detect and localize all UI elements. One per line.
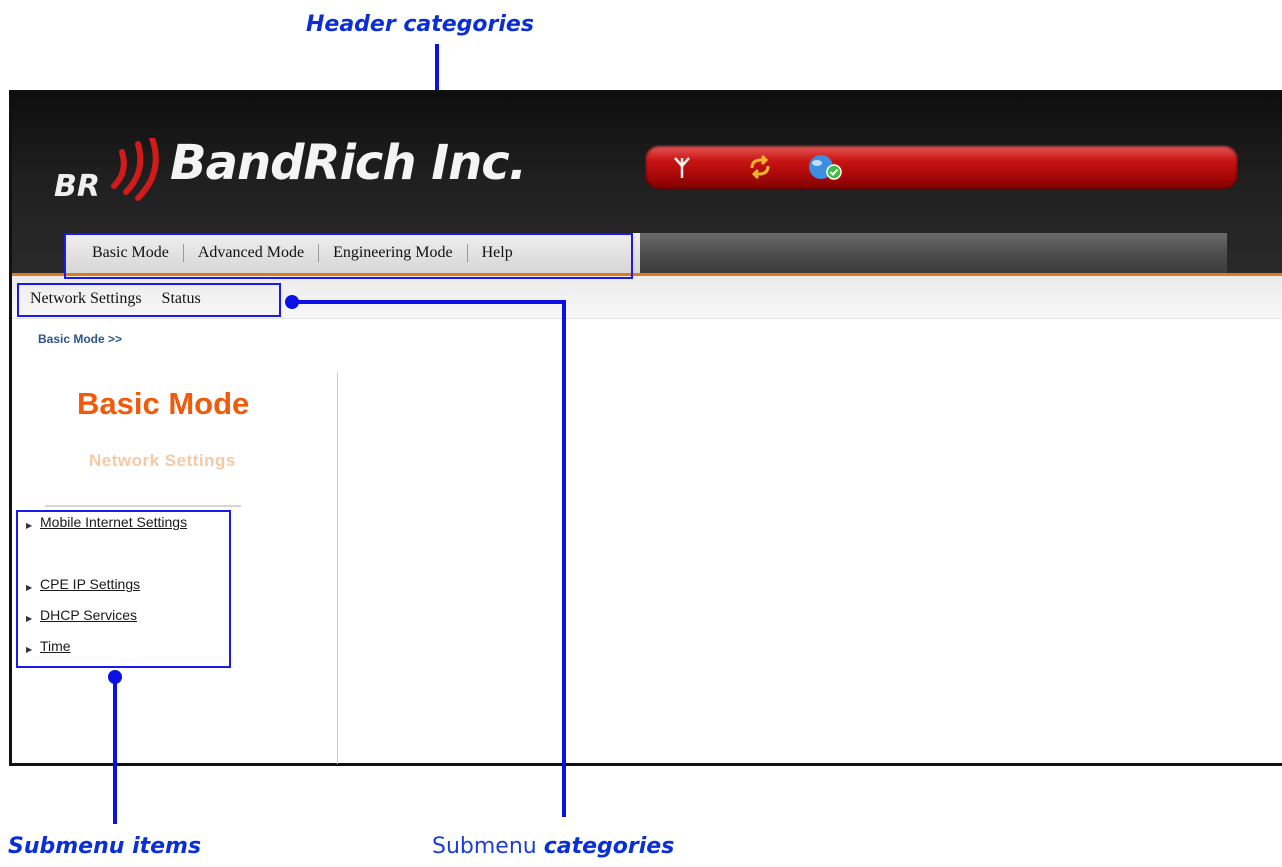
header-categories-highlight <box>64 233 633 279</box>
sync-icon <box>750 154 770 180</box>
sidebar-title: Basic Mode <box>77 386 250 421</box>
bandrich-logo-icon: BR <box>54 138 159 204</box>
submenu-items-annotation: Submenu items <box>8 834 202 859</box>
company-name: BandRich Inc. <box>170 135 527 191</box>
submenu-categories-annotation-line-h <box>290 300 566 304</box>
breadcrumb: Basic Mode >> <box>38 332 123 346</box>
svg-text:BR: BR <box>54 169 100 204</box>
submenu-items-annotation-line <box>113 676 117 824</box>
sidebar-subtitle: Network Settings <box>89 451 236 470</box>
submenu-categories-annotation: Submenu categories <box>432 834 675 859</box>
globe-connected-icon <box>809 155 842 180</box>
connection-status-bar <box>645 145 1238 189</box>
header-categories-annotation: Header categories <box>306 12 534 37</box>
submenu-categories-highlight <box>17 283 281 317</box>
antenna-icon <box>674 157 690 178</box>
sidebar-divider <box>337 372 338 764</box>
submenu-items-highlight <box>16 510 231 668</box>
submenu-categories-annotation-line-v <box>562 300 566 817</box>
